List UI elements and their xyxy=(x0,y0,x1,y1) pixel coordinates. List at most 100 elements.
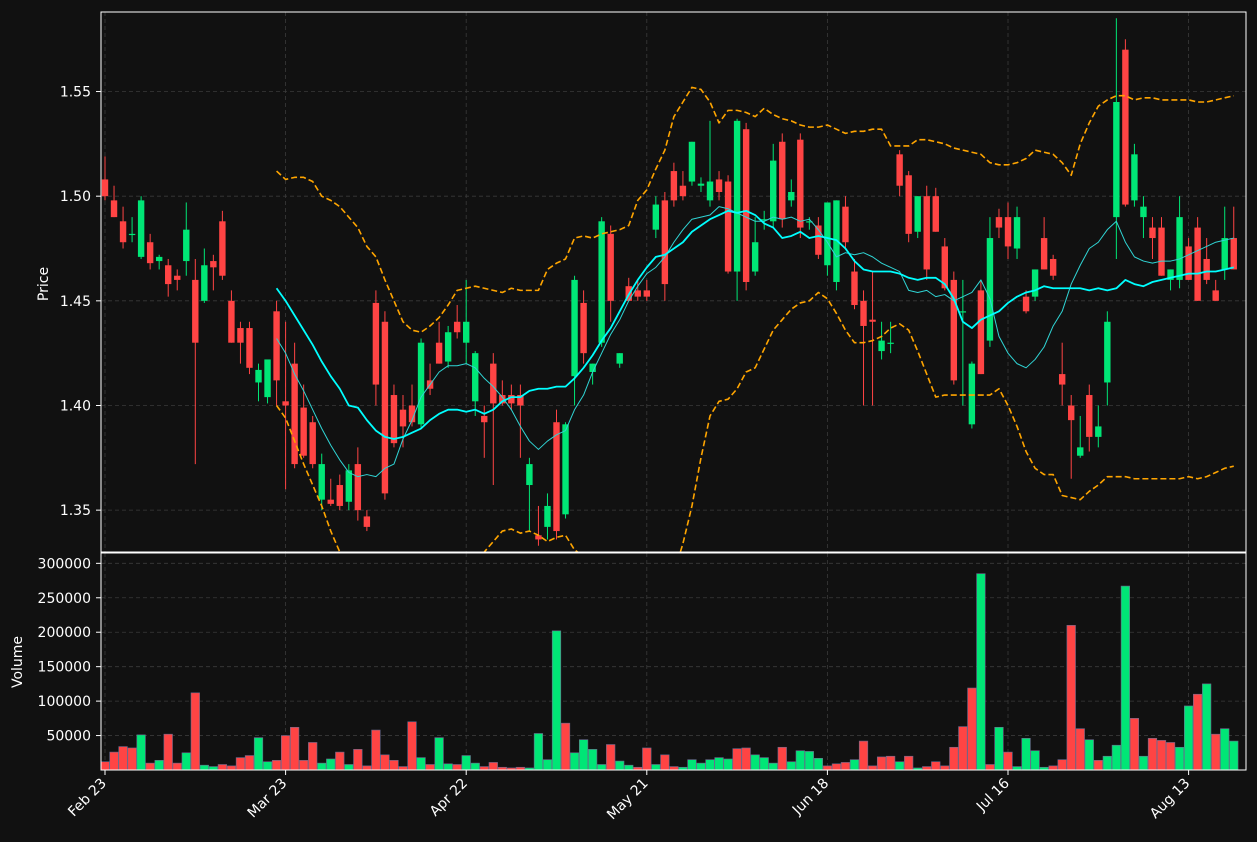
volume-bar xyxy=(380,754,390,770)
candle-body xyxy=(472,353,479,402)
candle-body xyxy=(363,516,371,527)
candle-body xyxy=(1194,227,1201,301)
volume-bar xyxy=(615,760,625,770)
volume-tick-label: 50000 xyxy=(46,729,91,745)
volume-bar xyxy=(1165,742,1176,770)
volume-bar xyxy=(804,751,814,770)
candle-body xyxy=(336,485,343,506)
candle-body xyxy=(887,342,894,344)
candle-body xyxy=(1086,395,1093,437)
volume-bar xyxy=(1193,693,1203,770)
volume-bar xyxy=(822,765,832,770)
volume-bar xyxy=(479,766,489,770)
price-axis-label: Price xyxy=(36,267,52,301)
volume-bar xyxy=(1021,738,1031,770)
volume-bar xyxy=(696,762,706,770)
candle-body xyxy=(842,206,849,243)
volume-bar xyxy=(253,737,264,770)
candle-body xyxy=(697,183,705,186)
volume-bar xyxy=(154,760,164,770)
candle-body xyxy=(165,265,172,285)
volume-bar xyxy=(1211,733,1221,770)
volume-bar xyxy=(732,748,742,770)
candle-body xyxy=(155,256,163,262)
volume-bar xyxy=(1012,766,1022,770)
candle-body xyxy=(1212,290,1219,301)
volume-bar xyxy=(759,757,769,770)
candle-body xyxy=(444,332,452,362)
volume-bar xyxy=(425,764,435,770)
volume-bar xyxy=(452,764,462,770)
volume-bar xyxy=(642,747,652,770)
candle-body xyxy=(878,340,885,352)
candle-body xyxy=(679,185,687,197)
candle-body xyxy=(1004,217,1012,247)
price-tick-label: 1.40 xyxy=(60,398,91,414)
volume-bar xyxy=(831,763,842,770)
volume-bar xyxy=(136,734,146,770)
volume-bar xyxy=(308,742,318,770)
volume-bar xyxy=(976,573,986,770)
candle-body xyxy=(282,401,289,406)
candle-body xyxy=(309,422,316,465)
candle-body xyxy=(860,300,867,326)
volume-bar xyxy=(895,761,905,770)
candle-body xyxy=(959,311,967,313)
candle-body xyxy=(1113,102,1120,218)
volume-bar xyxy=(208,766,218,770)
volume-bar xyxy=(1003,751,1013,770)
price-tick-label: 1.50 xyxy=(60,189,91,205)
candle-body xyxy=(1131,154,1138,201)
volume-tick-label: 150000 xyxy=(38,660,91,676)
candle-body xyxy=(399,409,407,427)
volume-bar xyxy=(362,765,372,770)
candle-body xyxy=(246,328,253,368)
candle-body xyxy=(544,505,551,527)
candle-body xyxy=(354,464,362,511)
volume-bar xyxy=(1093,760,1103,770)
volume-bar xyxy=(849,759,860,770)
volume-bar xyxy=(669,766,679,770)
volume-bar xyxy=(1048,765,1058,770)
volume-bar xyxy=(127,747,137,770)
volume-bar xyxy=(1066,625,1076,770)
candle-body xyxy=(661,200,669,285)
volume-bar xyxy=(109,751,119,770)
candle-body xyxy=(372,302,380,385)
candle-body xyxy=(237,328,244,343)
candle-body xyxy=(896,154,903,186)
candle-body xyxy=(724,181,732,272)
candle-body xyxy=(914,196,921,232)
volume-bar xyxy=(1129,718,1140,770)
volume-bar xyxy=(1102,755,1112,770)
candle-body xyxy=(923,196,930,270)
volume-bar xyxy=(660,754,670,770)
candle-body xyxy=(210,261,217,268)
volume-bar xyxy=(262,761,273,770)
volume-bar xyxy=(1220,728,1230,770)
candle-body xyxy=(770,160,777,222)
price-tick-label: 1.55 xyxy=(60,85,91,101)
volume-bar xyxy=(551,630,562,770)
volume-bar xyxy=(1174,746,1185,770)
volume-bar xyxy=(624,764,634,770)
volume-bar xyxy=(407,721,417,770)
candle-body xyxy=(706,181,714,201)
volume-bar xyxy=(1156,740,1167,770)
candle-body xyxy=(733,120,741,272)
candle-body xyxy=(453,321,461,333)
candle-body xyxy=(851,271,858,306)
volume-bar xyxy=(940,765,950,770)
volume-bar xyxy=(1229,740,1239,770)
candle-body xyxy=(598,221,605,343)
volume-bar xyxy=(858,740,869,770)
volume-bar xyxy=(795,750,805,770)
volume-bar xyxy=(118,746,128,770)
volume-bar xyxy=(244,755,255,770)
candle-body xyxy=(670,171,678,201)
volume-bar xyxy=(931,761,941,770)
volume-bar xyxy=(217,764,227,770)
candle-body xyxy=(128,233,136,236)
volume-axis-label: Volume xyxy=(10,636,26,688)
candle-body xyxy=(1040,238,1048,270)
